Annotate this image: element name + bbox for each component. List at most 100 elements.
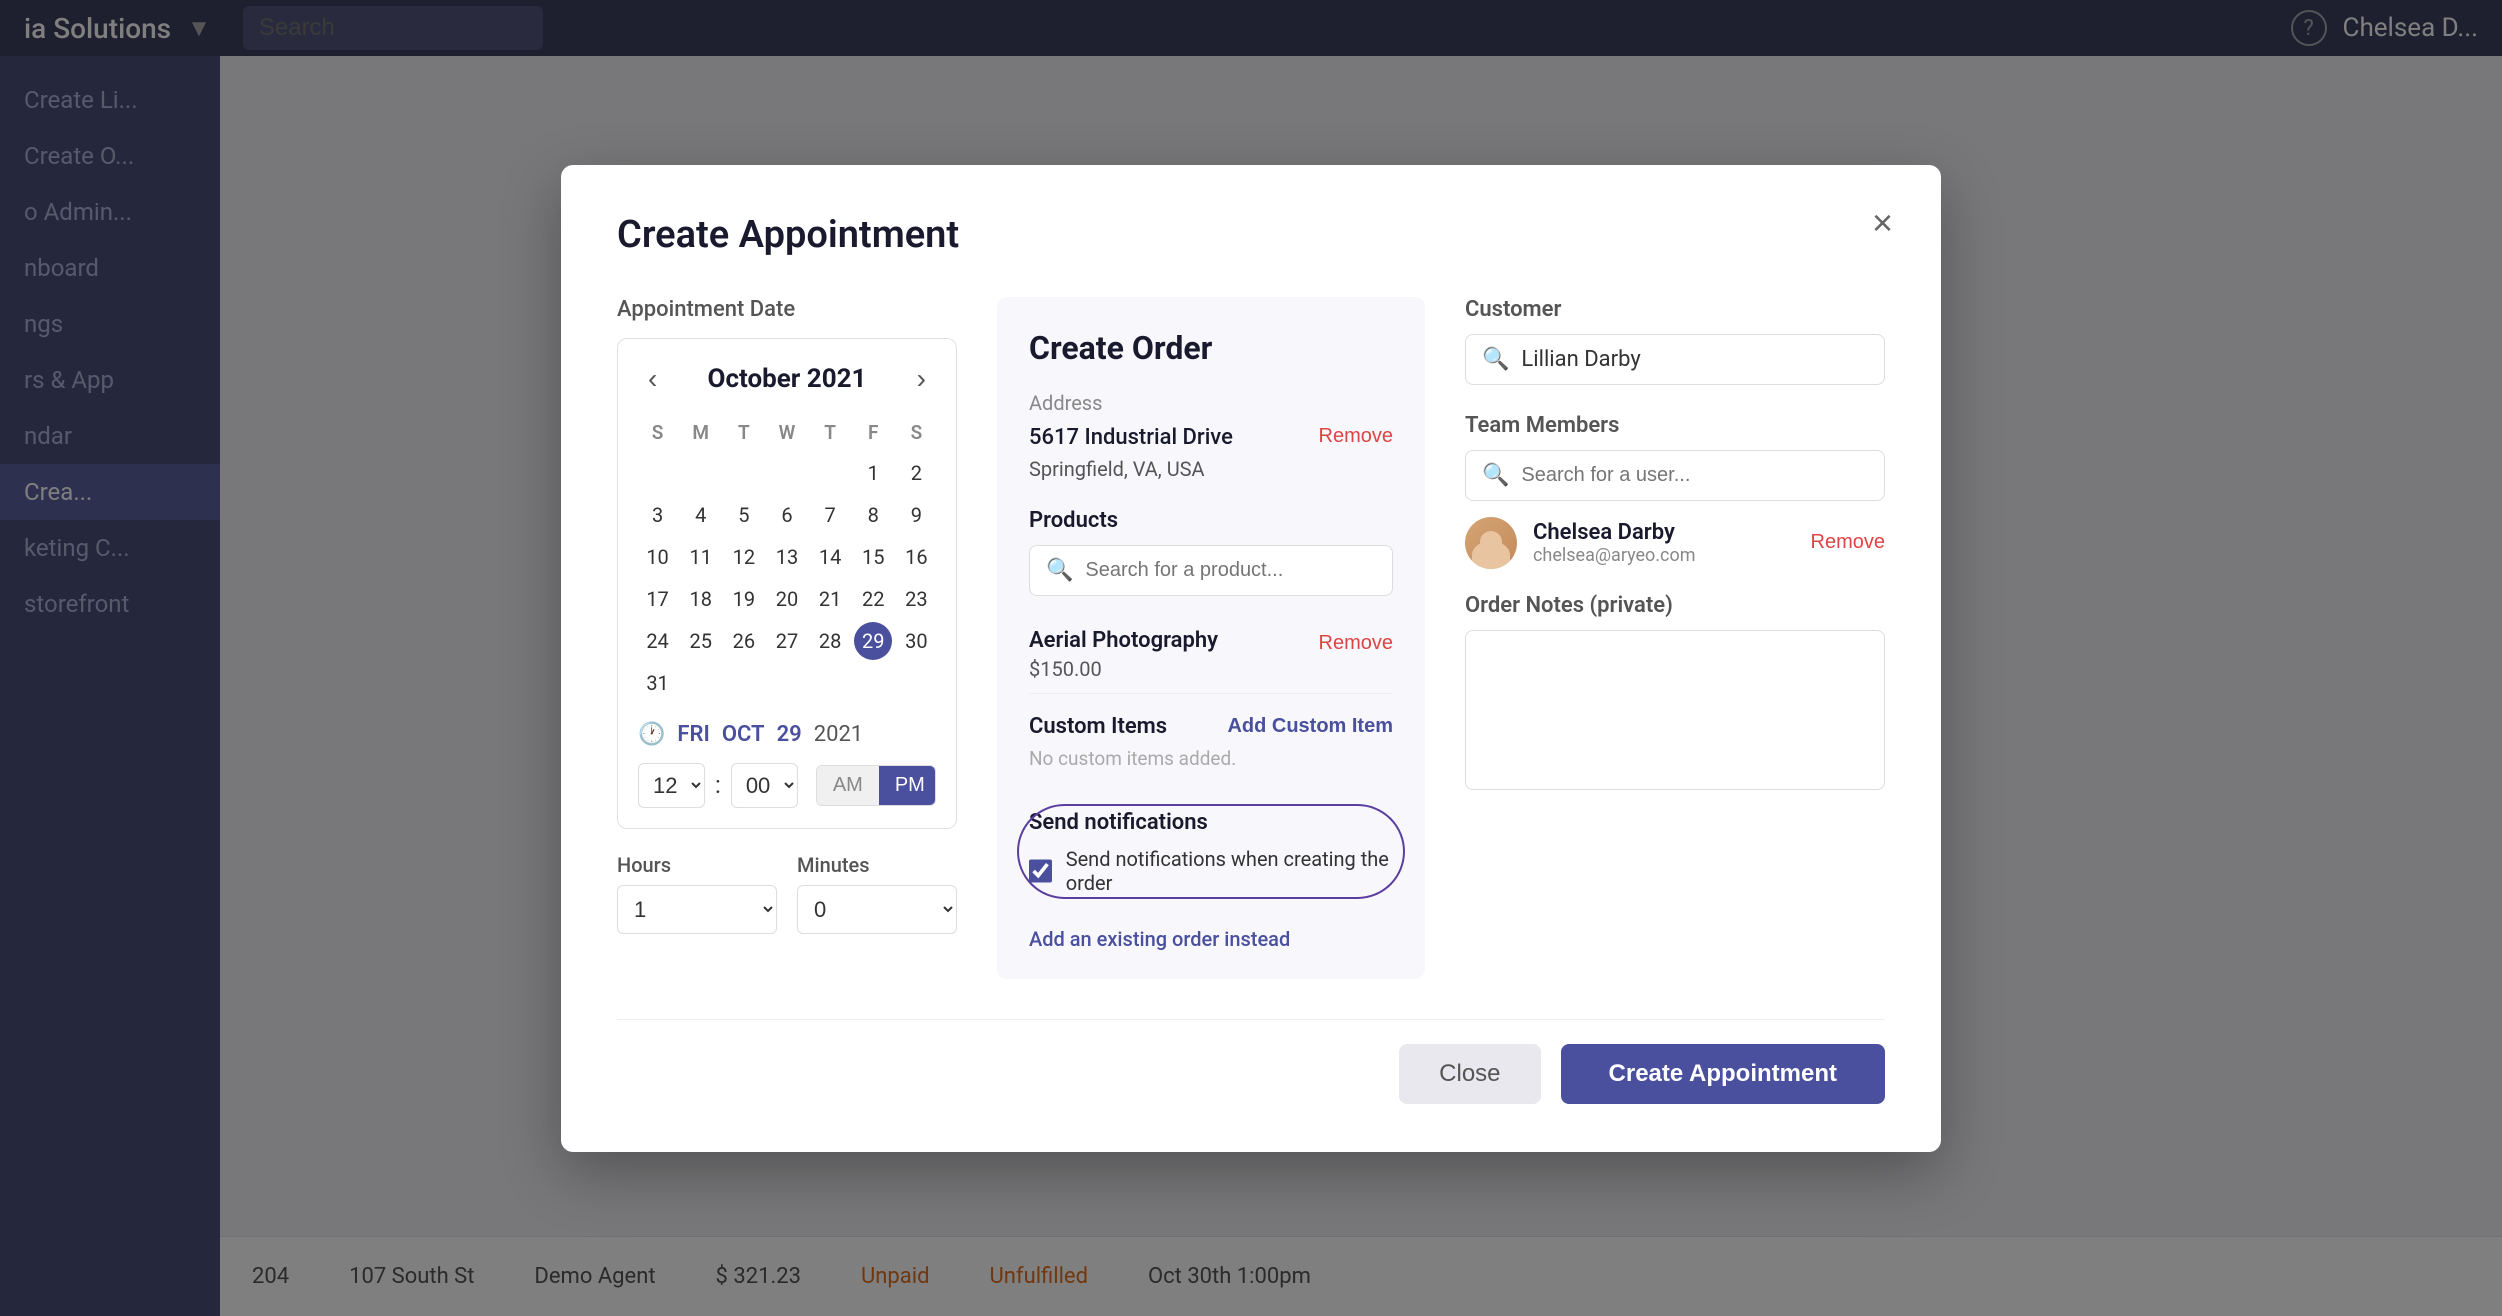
cal-day-18[interactable]: 18 [682, 580, 720, 618]
modal-close-button[interactable]: × [1872, 205, 1893, 241]
address-line1: 5617 Industrial Drive [1029, 421, 1233, 454]
hours-minutes-row: Hours 1 Minutes 0 [617, 853, 957, 934]
add-custom-item-button[interactable]: Add Custom Item [1227, 715, 1393, 738]
cal-day-empty-9 [811, 664, 849, 702]
products-label: Products [1029, 508, 1393, 533]
cal-day-empty-2 [682, 454, 720, 492]
cal-day-22[interactable]: 22 [854, 580, 892, 618]
remove-address-button[interactable]: Remove [1319, 425, 1393, 448]
cal-day-29[interactable]: 29 [854, 622, 892, 660]
day-label-t2: T [811, 415, 850, 450]
create-appointment-button[interactable]: Create Appointment [1561, 1044, 1885, 1104]
close-button[interactable]: Close [1399, 1044, 1540, 1104]
day-label-t1: T [724, 415, 763, 450]
ampm-group: AM PM [816, 765, 936, 806]
calendar-header: ‹ October 2021 › [638, 359, 936, 399]
team-search-box: 🔍 [1465, 450, 1885, 501]
cal-day-10[interactable]: 10 [639, 538, 677, 576]
selected-date: 29 [777, 722, 802, 747]
cal-day-9[interactable]: 9 [897, 496, 935, 534]
cal-day-23[interactable]: 23 [897, 580, 935, 618]
product-row-aerial: Aerial Photography $150.00 Remove [1029, 616, 1393, 694]
address-line2: Springfield, VA, USA [1029, 454, 1233, 484]
products-search-box: 🔍 [1029, 545, 1393, 596]
cal-day-empty-10 [854, 664, 892, 702]
time-colon: : [715, 771, 721, 799]
calendar-next-button[interactable]: › [907, 359, 936, 399]
calendar: ‹ October 2021 › S M T W T F S [617, 338, 957, 829]
address-label: Address [1029, 391, 1393, 415]
cal-day-empty-4 [768, 454, 806, 492]
customer-search-icon: 🔍 [1482, 347, 1509, 372]
cal-day-17[interactable]: 17 [639, 580, 677, 618]
modal-overlay: Create Appointment × Appointment Date ‹ … [0, 0, 2502, 1316]
cal-day-1[interactable]: 1 [854, 454, 892, 492]
team-members-label: Team Members [1465, 413, 1885, 438]
minute-select[interactable]: 00 [731, 763, 798, 808]
remove-member-button[interactable]: Remove [1811, 531, 1885, 554]
cal-day-19[interactable]: 19 [725, 580, 763, 618]
order-notes-label: Order Notes (private) [1465, 593, 1885, 618]
cal-day-13[interactable]: 13 [768, 538, 806, 576]
cal-day-4[interactable]: 4 [682, 496, 720, 534]
cal-day-27[interactable]: 27 [768, 622, 806, 660]
cal-day-20[interactable]: 20 [768, 580, 806, 618]
remove-product-button[interactable]: Remove [1319, 632, 1393, 655]
order-title: Create Order [1029, 329, 1393, 367]
minutes-select[interactable]: 0 [797, 885, 957, 934]
existing-order-link[interactable]: Add an existing order instead [1029, 927, 1290, 951]
clock-icon: 🕐 [638, 722, 665, 747]
modal-body: Appointment Date ‹ October 2021 › S M T [617, 297, 1885, 979]
cal-day-25[interactable]: 25 [682, 622, 720, 660]
appointment-date-label: Appointment Date [617, 297, 957, 322]
team-member-row: Chelsea Darby chelsea@aryeo.com Remove [1465, 517, 1885, 569]
cal-day-11[interactable]: 11 [682, 538, 720, 576]
cal-day-26[interactable]: 26 [725, 622, 763, 660]
cal-day-7[interactable]: 7 [811, 496, 849, 534]
cal-day-14[interactable]: 14 [811, 538, 849, 576]
hours-select[interactable]: 1 [617, 885, 777, 934]
customer-search-box: 🔍 Lillian Darby [1465, 334, 1885, 385]
minutes-group: Minutes 0 [797, 853, 957, 934]
pm-button[interactable]: PM [879, 766, 936, 805]
cal-day-empty-1 [639, 454, 677, 492]
calendar-grid: S M T W T F S [638, 415, 936, 702]
products-search-input[interactable] [1085, 559, 1376, 582]
cal-day-16[interactable]: 16 [897, 538, 935, 576]
cal-day-8[interactable]: 8 [854, 496, 892, 534]
hour-select[interactable]: 12 [638, 763, 705, 808]
cal-day-28[interactable]: 28 [811, 622, 849, 660]
cal-day-30[interactable]: 30 [897, 622, 935, 660]
notifications-title: Send notifications [1029, 810, 1393, 835]
team-search-input[interactable] [1521, 464, 1868, 487]
cal-day-5[interactable]: 5 [725, 496, 763, 534]
calendar-prev-button[interactable]: ‹ [638, 359, 667, 399]
cal-day-6[interactable]: 6 [768, 496, 806, 534]
cal-day-24[interactable]: 24 [639, 622, 677, 660]
notifications-checkbox-label: Send notifications when creating the ord… [1066, 847, 1393, 895]
address-text-block: 5617 Industrial Drive Springfield, VA, U… [1029, 421, 1233, 484]
order-panel: Create Order Address 5617 Industrial Dri… [997, 297, 1425, 979]
minutes-label: Minutes [797, 853, 957, 877]
notifications-checkbox[interactable] [1029, 858, 1052, 884]
cal-day-3[interactable]: 3 [639, 496, 677, 534]
day-label-s2: S [897, 415, 936, 450]
time-row: 12 : 00 AM PM [638, 763, 936, 808]
custom-items-header: Custom Items Add Custom Item [1029, 714, 1393, 739]
calendar-month-year: October 2021 [708, 364, 867, 394]
customer-label: Customer [1465, 297, 1885, 322]
selected-month: OCT [722, 722, 765, 747]
day-label-w: W [767, 415, 806, 450]
day-label-m: M [681, 415, 720, 450]
cal-day-31[interactable]: 31 [639, 664, 677, 702]
am-button[interactable]: AM [817, 766, 879, 805]
hours-label: Hours [617, 853, 777, 877]
cal-day-2[interactable]: 2 [897, 454, 935, 492]
order-notes-textarea[interactable] [1465, 630, 1885, 790]
modal-footer: Close Create Appointment [617, 1019, 1885, 1104]
cal-day-21[interactable]: 21 [811, 580, 849, 618]
cal-day-12[interactable]: 12 [725, 538, 763, 576]
selected-year: 2021 [814, 722, 863, 747]
cal-day-15[interactable]: 15 [854, 538, 892, 576]
member-email: chelsea@aryeo.com [1533, 545, 1696, 566]
